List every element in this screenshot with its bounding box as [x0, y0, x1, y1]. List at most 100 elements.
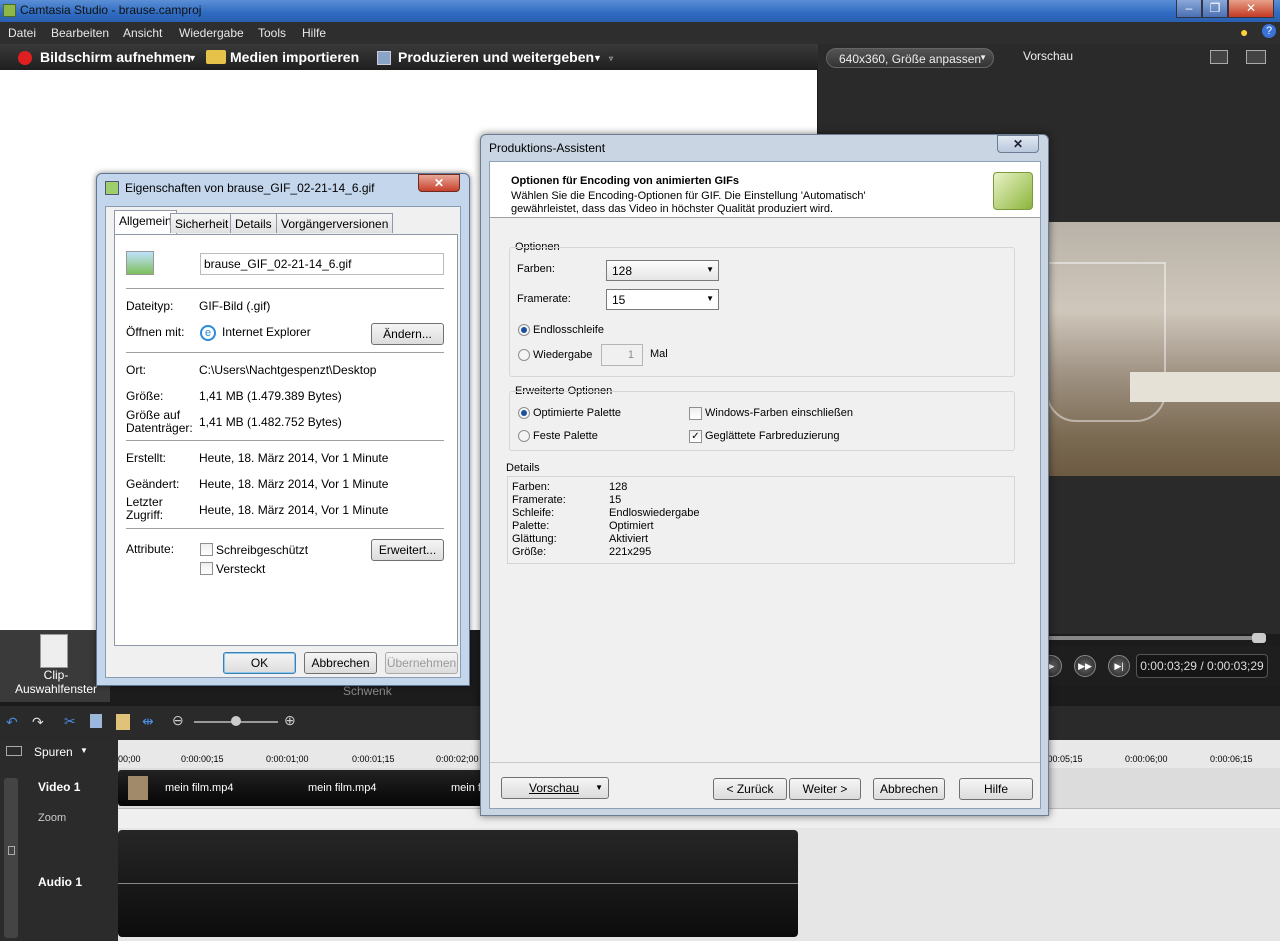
- redo-icon[interactable]: ↷: [32, 714, 44, 731]
- mal-label: Mal: [650, 348, 668, 360]
- farben-select[interactable]: 128: [606, 260, 719, 281]
- ok-button[interactable]: OK: [223, 652, 296, 674]
- close-button[interactable]: ✕: [1228, 0, 1274, 18]
- overflow-icon[interactable]: ▿: [609, 54, 613, 63]
- chevron-down-icon[interactable]: ▼: [593, 53, 602, 63]
- back-button[interactable]: < Zurück: [713, 778, 787, 800]
- cancel-button[interactable]: Abbrechen: [304, 652, 377, 674]
- lock-icon[interactable]: [8, 846, 15, 855]
- preview-size-select[interactable]: 640x360, Größe anpassen ▼: [826, 48, 994, 68]
- menu-wiedergabe[interactable]: Wiedergabe: [179, 26, 244, 40]
- menu-ansicht[interactable]: Ansicht: [123, 26, 162, 40]
- optimized-palette-radio[interactable]: [518, 407, 530, 419]
- ruler-tick: 0:00:01;15: [352, 754, 395, 764]
- apply-button[interactable]: Übernehmen: [385, 652, 458, 674]
- track-scroll[interactable]: [4, 778, 18, 938]
- zoom-out-icon[interactable]: ⊖: [172, 712, 184, 729]
- detail-value: Aktiviert: [609, 533, 649, 545]
- seek-handle[interactable]: [1252, 633, 1266, 643]
- split-icon[interactable]: ⇹: [142, 713, 154, 730]
- detail-key: Größe:: [512, 546, 547, 558]
- copy-icon[interactable]: [90, 714, 102, 728]
- preview-label: Vorschau: [1023, 49, 1074, 63]
- properties-dialog: Eigenschaften von brause_GIF_02-21-14_6.…: [96, 173, 470, 686]
- help-button[interactable]: Hilfe: [959, 778, 1033, 800]
- detach-icon[interactable]: [1246, 50, 1266, 64]
- seek-bar[interactable]: [1040, 636, 1262, 640]
- label-dateityp: Dateityp:: [126, 299, 174, 313]
- chevron-down-icon[interactable]: ▼: [80, 746, 88, 755]
- zoom-slider-handle[interactable]: [231, 716, 241, 726]
- menu-bearbeiten[interactable]: Bearbeiten: [51, 26, 109, 40]
- label-groesse: Größe:: [126, 389, 164, 403]
- tab-sicherheit[interactable]: Sicherheit: [170, 213, 234, 233]
- paste-icon[interactable]: [116, 714, 130, 730]
- close-icon[interactable]: ✕: [418, 174, 460, 192]
- chevron-down-icon[interactable]: ▼: [188, 53, 197, 63]
- value-dateityp: GIF-Bild (.gif): [199, 299, 271, 313]
- playback-radio[interactable]: [518, 349, 530, 361]
- value-oeffnen-mit: Internet Explorer: [222, 325, 311, 339]
- label-ort: Ort:: [126, 363, 146, 377]
- hidden-checkbox[interactable]: [200, 562, 213, 575]
- skip-end-icon[interactable]: ▶|: [1108, 655, 1130, 677]
- tip-bulb-icon[interactable]: ●: [1240, 24, 1248, 40]
- detail-key: Framerate:: [512, 494, 566, 506]
- details-label: Details: [506, 462, 540, 474]
- label-erstellt: Erstellt:: [126, 451, 167, 465]
- zoom-in-icon[interactable]: ⊕: [284, 712, 296, 729]
- label-oeffnen-mit: Öffnen mit:: [126, 325, 185, 339]
- details-box: Farben: 128 Framerate: 15 Schleife: Endl…: [507, 476, 1015, 564]
- tracks-menu[interactable]: Spuren: [34, 745, 73, 759]
- folder-icon: [206, 50, 226, 64]
- readonly-checkbox[interactable]: [200, 543, 213, 556]
- advanced-button[interactable]: Erweitert...: [371, 539, 444, 561]
- dialog-title: Eigenschaften von brause_GIF_02-21-14_6.…: [125, 181, 375, 195]
- detail-key: Palette:: [512, 520, 550, 532]
- paper-shape: [1130, 372, 1280, 402]
- playback-count-input[interactable]: 1: [601, 344, 643, 366]
- produce-button[interactable]: Produzieren und weitergeben: [398, 49, 594, 65]
- wizard-header: Optionen für Encoding von animierten GIF…: [490, 162, 1040, 218]
- fast-forward-icon[interactable]: ▶▶: [1074, 655, 1096, 677]
- label-farben: Farben:: [517, 263, 555, 275]
- cancel-button[interactable]: Abbrechen: [873, 778, 945, 800]
- menu-datei[interactable]: Datei: [8, 26, 36, 40]
- next-button[interactable]: Weiter >: [789, 778, 861, 800]
- menu-tools[interactable]: Tools: [258, 26, 286, 40]
- label-letzter-zugriff: Letzter Zugriff:: [126, 495, 164, 522]
- windows-colors-label: Windows-Farben einschließen: [705, 407, 853, 419]
- change-button[interactable]: Ändern...: [371, 323, 444, 345]
- record-button[interactable]: Bildschirm aufnehmen: [40, 49, 191, 65]
- clip-bin-tab[interactable]: Clip- Auswahlfenster: [0, 630, 110, 702]
- loop-radio[interactable]: [518, 324, 530, 336]
- tab-schwenk[interactable]: Schwenk: [343, 684, 392, 698]
- label-geaendert: Geändert:: [126, 477, 180, 491]
- windows-colors-checkbox[interactable]: [689, 407, 702, 420]
- framerate-select[interactable]: 15: [606, 289, 719, 310]
- smooth-reduction-checkbox[interactable]: ✓: [689, 430, 702, 443]
- chevron-down-icon: ▼: [979, 53, 987, 62]
- preview-button[interactable]: Vorschau ▼: [501, 777, 609, 799]
- help-icon[interactable]: ?: [1262, 24, 1276, 38]
- filename-input[interactable]: brause_GIF_02-21-14_6.gif: [200, 253, 444, 275]
- menu-hilfe[interactable]: Hilfe: [302, 26, 326, 40]
- wizard-body: Optionen für Encoding von animierten GIF…: [489, 161, 1041, 809]
- clip-bin-icon: [40, 634, 68, 668]
- waveform-line: [118, 883, 798, 884]
- tab-allgemein[interactable]: Allgemein: [114, 210, 177, 234]
- tab-details[interactable]: Details: [230, 213, 277, 233]
- fixed-palette-radio[interactable]: [518, 430, 530, 442]
- minimize-button[interactable]: –: [1176, 0, 1202, 18]
- tab-vorgaengerversionen[interactable]: Vorgängerversionen: [276, 213, 394, 233]
- cut-icon[interactable]: ✂: [64, 713, 76, 730]
- close-icon[interactable]: ✕: [997, 135, 1039, 153]
- label-groesse-datentraeger: Größe auf Datenträger:: [126, 408, 193, 435]
- import-button[interactable]: Medien importieren: [230, 49, 359, 65]
- undo-icon[interactable]: ↶: [6, 714, 18, 731]
- audio-clip[interactable]: [118, 830, 798, 937]
- maximize-button[interactable]: ❐: [1202, 0, 1228, 18]
- wizard-desc-line2: gewährleistet, dass das Video in höchste…: [511, 203, 834, 215]
- fullscreen-icon[interactable]: [1210, 50, 1228, 64]
- title-bar: Camtasia Studio - brause.camproj – ❐ ✕: [0, 0, 1280, 22]
